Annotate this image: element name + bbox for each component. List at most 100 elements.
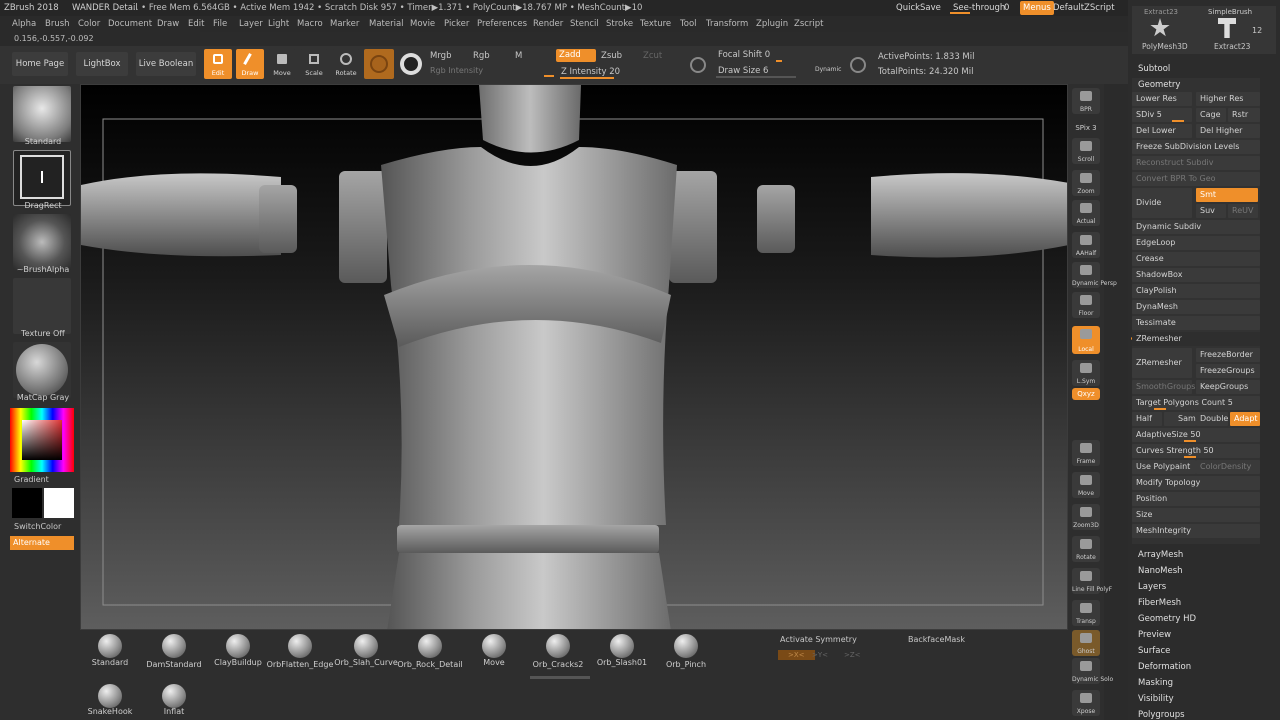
menu-preferences[interactable]: Preferences xyxy=(477,19,527,29)
viewport-xpose-button[interactable]: Xpose xyxy=(1072,690,1100,716)
same-button[interactable]: Same xyxy=(1164,412,1201,426)
menu-edit[interactable]: Edit xyxy=(188,19,204,29)
z-intensity-slider[interactable]: Z Intensity 20 xyxy=(561,67,620,77)
viewport-bpr-button[interactable]: BPR xyxy=(1072,88,1100,114)
focal-shift-slider[interactable]: Focal Shift 0 xyxy=(718,50,770,60)
activate-symmetry-button[interactable]: Activate Symmetry xyxy=(780,635,857,644)
menu-zplugin[interactable]: Zplugin xyxy=(756,19,788,29)
section-masking[interactable]: Masking xyxy=(1138,678,1173,688)
brush-orb-cracks2-icon[interactable] xyxy=(546,634,570,658)
brush-orb-slah-curve-icon[interactable] xyxy=(354,634,378,658)
menu-picker[interactable]: Picker xyxy=(444,19,469,29)
menu-zscript[interactable]: Zscript xyxy=(794,19,824,29)
material-swatch-button[interactable] xyxy=(364,49,394,79)
menu-movie[interactable]: Movie xyxy=(410,19,435,29)
see-through-slider[interactable]: See-through 0 xyxy=(950,2,1014,14)
viewport-line-fill-polyf-button[interactable]: Line Fill PolyF xyxy=(1072,568,1112,594)
section-polygroups[interactable]: Polygroups xyxy=(1138,710,1185,720)
menu-color[interactable]: Color xyxy=(78,19,100,29)
m-button[interactable]: M xyxy=(515,51,522,61)
viewport-spix-3-button[interactable]: SPix 3 xyxy=(1072,120,1100,134)
curves-strength-slider[interactable]: Curves Strength 50 xyxy=(1132,444,1260,458)
viewport-l-sym-button[interactable]: L.Sym xyxy=(1072,360,1100,386)
brush-thumbnail[interactable] xyxy=(13,86,71,142)
adaptive-size-slider[interactable]: AdaptiveSize 50 xyxy=(1132,428,1260,442)
section-preview[interactable]: Preview xyxy=(1138,630,1171,640)
scale-button[interactable]: Scale xyxy=(300,49,328,79)
rotate-button[interactable]: Rotate xyxy=(332,49,360,79)
menu-render[interactable]: Render xyxy=(533,19,563,29)
geometry-header[interactable]: Geometry xyxy=(1138,80,1180,90)
menu-alpha[interactable]: Alpha xyxy=(12,19,36,29)
section-geometry-hd[interactable]: Geometry HD xyxy=(1138,614,1196,624)
viewport-actual-button[interactable]: Actual xyxy=(1072,200,1100,226)
viewport-qxyz-button[interactable]: Qxyz xyxy=(1072,388,1100,400)
del-higher-button[interactable]: Del Higher xyxy=(1196,124,1260,138)
brush-inflat-icon[interactable] xyxy=(162,684,186,708)
symmetry-x-toggle[interactable]: >X< xyxy=(778,650,815,660)
subtool-header[interactable]: Subtool xyxy=(1138,64,1170,74)
menu-document[interactable]: Document xyxy=(108,19,152,29)
menu-tool[interactable]: Tool xyxy=(680,19,697,29)
lower-res-button[interactable]: Lower Res xyxy=(1132,92,1192,106)
modify-topology-section[interactable]: Modify Topology xyxy=(1132,476,1260,490)
half-button[interactable]: Half xyxy=(1132,412,1162,426)
claypolish-section[interactable]: ClayPolish xyxy=(1132,284,1260,298)
backface-mask-button[interactable]: BackfaceMask xyxy=(908,635,965,644)
move-button[interactable]: Move xyxy=(268,49,296,79)
canvas-viewport[interactable] xyxy=(80,84,1068,630)
star-icon[interactable] xyxy=(1150,18,1170,37)
home-page-button[interactable]: Home Page xyxy=(12,52,68,76)
menu-stroke[interactable]: Stroke xyxy=(606,19,633,29)
smooth-groups-slider[interactable]: SmoothGroups xyxy=(1132,380,1195,394)
texture-thumbnail[interactable] xyxy=(13,278,71,334)
rgb-button[interactable]: Rgb xyxy=(473,51,490,61)
rstr-button[interactable]: Rstr xyxy=(1228,108,1260,122)
crease-section[interactable]: Crease xyxy=(1132,252,1260,266)
viewport-zoom-button[interactable]: Zoom xyxy=(1072,170,1100,196)
dynamesh-section[interactable]: DynaMesh xyxy=(1132,300,1260,314)
brush-damstandard-icon[interactable] xyxy=(162,634,186,658)
polymesh3d-thumb[interactable]: PolyMesh3D xyxy=(1142,42,1188,51)
double-button[interactable]: Double xyxy=(1196,412,1228,426)
quicksave-button[interactable]: QuickSave xyxy=(896,3,941,13)
menu-draw[interactable]: Draw xyxy=(157,19,179,29)
material-thumbnail[interactable] xyxy=(13,342,71,398)
menus-button[interactable]: Menus xyxy=(1020,1,1054,15)
viewport-dynamic-persp-button[interactable]: Dynamic Persp xyxy=(1072,262,1117,288)
smt-toggle[interactable]: Smt xyxy=(1196,188,1258,202)
color-picker[interactable] xyxy=(10,408,74,472)
draw-button[interactable]: Draw xyxy=(236,49,264,79)
del-lower-button[interactable]: Del Lower xyxy=(1132,124,1192,138)
viewport-floor-button[interactable]: Floor xyxy=(1072,292,1100,318)
menu-material[interactable]: Material xyxy=(369,19,404,29)
zcut-button[interactable]: Zcut xyxy=(643,51,662,61)
zsub-button[interactable]: Zsub xyxy=(601,51,622,61)
brush-standard-icon[interactable] xyxy=(98,634,122,658)
zremesher-button[interactable]: ZRemesher xyxy=(1132,348,1192,378)
mrgb-button[interactable]: Mrgb xyxy=(430,51,451,61)
reconstruct-subdiv-button[interactable]: Reconstruct Subdiv xyxy=(1132,156,1260,170)
convert-bpr-button[interactable]: Convert BPR To Geo xyxy=(1132,172,1260,186)
viewport-local-button[interactable]: Local xyxy=(1072,326,1100,354)
viewport-zoom3d-button[interactable]: Zoom3D xyxy=(1072,504,1100,530)
menu-file[interactable]: File xyxy=(213,19,227,29)
draw-size-slider[interactable]: Draw Size 6 xyxy=(718,66,768,76)
brush-snakehook-icon[interactable] xyxy=(98,684,122,708)
edgeloop-section[interactable]: EdgeLoop xyxy=(1132,236,1260,250)
rgb-intensity-slider[interactable]: Rgb Intensity xyxy=(430,66,483,75)
section-nanomesh[interactable]: NanoMesh xyxy=(1138,566,1183,576)
menu-brush[interactable]: Brush xyxy=(45,19,70,29)
symmetry-z-toggle[interactable]: >Z< xyxy=(844,651,861,659)
symmetry-y-toggle[interactable]: >Y< xyxy=(812,651,828,659)
viewport-transp-button[interactable]: Transp xyxy=(1072,600,1100,626)
cage-button[interactable]: Cage xyxy=(1196,108,1226,122)
brush-label[interactable]: Orb_Pinch xyxy=(641,660,731,669)
zadd-button[interactable]: Zadd xyxy=(556,49,596,62)
stroke-thumbnail[interactable] xyxy=(13,150,71,206)
menu-macro[interactable]: Macro xyxy=(297,19,323,29)
menu-texture[interactable]: Texture xyxy=(640,19,671,29)
size-section[interactable]: Size xyxy=(1132,508,1260,522)
lightbox-button[interactable]: LightBox xyxy=(76,52,128,76)
section-layers[interactable]: Layers xyxy=(1138,582,1166,592)
